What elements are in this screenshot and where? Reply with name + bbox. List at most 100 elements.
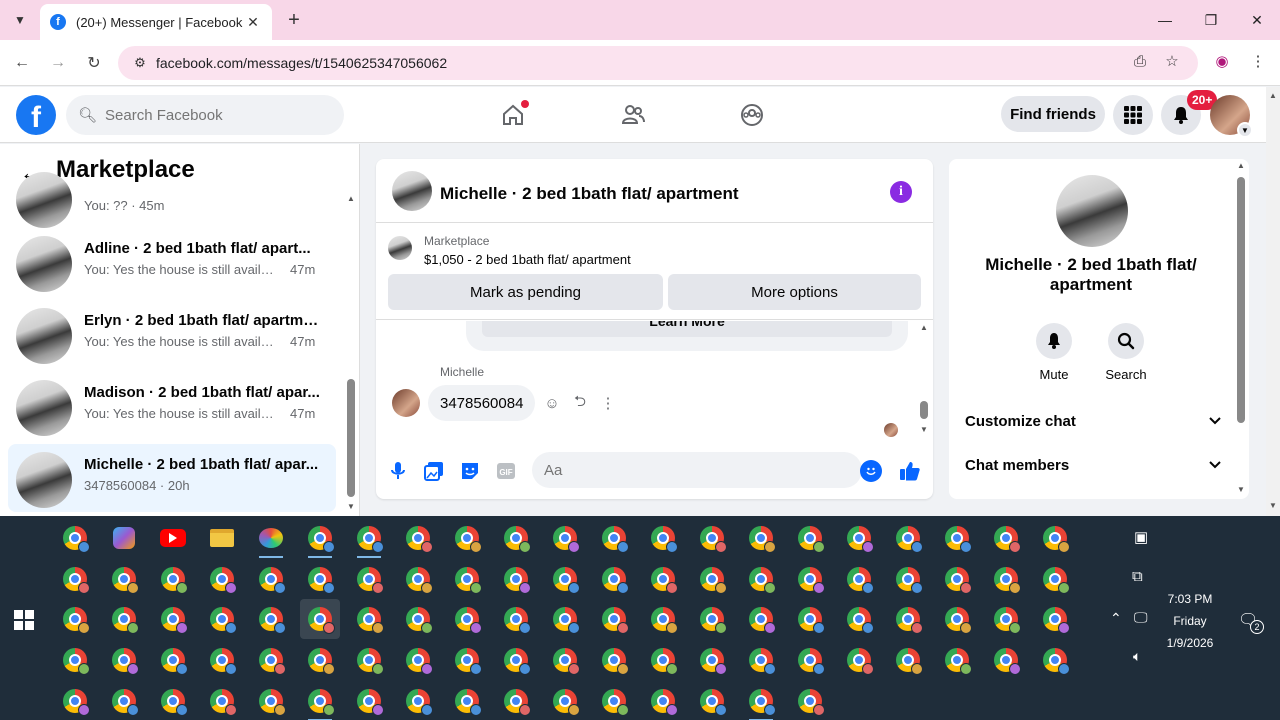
photo-icon[interactable]	[423, 460, 445, 482]
taskbar-app-icon[interactable]	[447, 518, 487, 558]
taskbar-app-icon[interactable]	[496, 559, 536, 599]
search-in-chat-button[interactable]: Search	[1096, 323, 1156, 382]
taskbar-app-icon[interactable]	[447, 599, 487, 639]
taskbar-app-icon[interactable]	[104, 681, 144, 720]
profile-icon[interactable]: ◉	[1210, 49, 1234, 73]
taskbar-app-icon[interactable]	[398, 681, 438, 720]
listing-price-title[interactable]: $1,050 - 2 bed 1bath flat/ apartment	[424, 252, 631, 267]
taskbar-app-icon[interactable]	[594, 681, 634, 720]
taskbar-app-icon[interactable]	[202, 681, 242, 720]
taskbar-app-icon[interactable]	[692, 559, 732, 599]
taskbar-app-icon[interactable]	[300, 599, 340, 639]
conversation-item[interactable]: Adline · 2 bed 1bath flat/ apart... You:…	[8, 228, 336, 296]
scroll-up-arrow-icon[interactable]: ▲	[1269, 91, 1277, 100]
taskbar-app-icon[interactable]	[398, 640, 438, 680]
taskbar-app-icon[interactable]	[790, 681, 830, 720]
taskbar-app-icon[interactable]	[545, 559, 585, 599]
taskbar-app-icon[interactable]	[692, 518, 732, 558]
sticker-icon[interactable]	[459, 460, 481, 482]
show-hidden-icons-chevron-icon[interactable]: ⌃	[1110, 610, 1122, 627]
customize-chat-row[interactable]: Customize chat	[965, 403, 1221, 439]
taskbar-app-icon[interactable]	[790, 640, 830, 680]
taskbar-app-icon[interactable]	[104, 640, 144, 680]
taskbar-app-icon[interactable]	[496, 599, 536, 639]
taskbar-app-icon[interactable]	[545, 518, 585, 558]
taskbar-app-icon[interactable]	[251, 559, 291, 599]
taskbar-app-icon[interactable]	[251, 640, 291, 680]
taskbar-app-icon[interactable]	[888, 559, 928, 599]
taskbar-app-icon[interactable]	[153, 559, 193, 599]
taskbar-app-icon[interactable]	[55, 518, 95, 558]
taskbar-app-icon[interactable]	[1035, 599, 1075, 639]
taskbar-app-icon[interactable]	[447, 640, 487, 680]
taskbar-app-icon[interactable]	[104, 559, 144, 599]
taskbar-app-icon[interactable]	[104, 518, 144, 558]
taskbar-app-icon[interactable]	[692, 640, 732, 680]
minimize-icon[interactable]: —	[1142, 0, 1188, 40]
taskbar-app-icon[interactable]	[986, 518, 1026, 558]
taskbar-app-icon[interactable]	[692, 599, 732, 639]
taskbar-app-icon[interactable]	[790, 599, 830, 639]
window-close-icon[interactable]: ✕	[1234, 0, 1280, 40]
reload-icon[interactable]: ↻	[82, 51, 106, 75]
taskbar-app-icon[interactable]	[839, 599, 879, 639]
taskbar-app-icon[interactable]	[251, 518, 291, 558]
taskbar-app-icon[interactable]	[251, 681, 291, 720]
taskbar-app-icon[interactable]	[349, 640, 389, 680]
taskbar-app-icon[interactable]	[545, 599, 585, 639]
emoji-icon[interactable]	[860, 460, 882, 482]
taskbar-app-icon[interactable]	[300, 640, 340, 680]
browser-tab[interactable]: f (20+) Messenger | Facebook ✕	[40, 4, 272, 40]
info-panel-scrollbar[interactable]: ▲ ▼	[1235, 159, 1247, 499]
scroll-up-arrow-icon[interactable]: ▲	[347, 194, 355, 203]
taskbar-app-icon[interactable]	[937, 518, 977, 558]
tab-close-icon[interactable]: ✕	[244, 14, 262, 31]
more-options-button[interactable]: More options	[668, 274, 921, 310]
taskbar-app-icon[interactable]	[888, 599, 928, 639]
conversation-item[interactable]: Madison · 2 bed 1bath flat/ apar... You:…	[8, 372, 336, 440]
taskbar-app-icon[interactable]	[839, 640, 879, 680]
taskbar-app-icon[interactable]	[790, 518, 830, 558]
taskbar-app-icon[interactable]	[986, 599, 1026, 639]
taskbar-app-icon[interactable]	[153, 681, 193, 720]
taskbar-app-icon[interactable]	[643, 559, 683, 599]
tab-search-chevron-icon[interactable]: ▼	[8, 8, 32, 32]
microphone-icon[interactable]	[387, 460, 409, 482]
taskbar-app-icon[interactable]	[741, 518, 781, 558]
menu-grid-icon[interactable]	[1113, 95, 1153, 135]
home-icon[interactable]	[497, 99, 529, 131]
taskbar-app-icon[interactable]	[937, 640, 977, 680]
taskbar-app-icon[interactable]	[55, 559, 95, 599]
taskbar-app-icon[interactable]	[398, 559, 438, 599]
scroll-down-arrow-icon[interactable]: ▼	[1237, 485, 1245, 494]
friends-icon[interactable]	[617, 99, 649, 131]
taskbar-app-icon[interactable]	[202, 640, 242, 680]
taskbar-app-icon[interactable]	[937, 599, 977, 639]
conversation-item-active[interactable]: Michelle · 2 bed 1bath flat/ apar... 347…	[8, 444, 336, 512]
restore-icon[interactable]: ❐	[1188, 0, 1234, 40]
taskbar-app-icon[interactable]	[300, 681, 340, 720]
taskbar-app-icon[interactable]	[202, 599, 242, 639]
taskbar-app-icon[interactable]	[55, 681, 95, 720]
info-icon[interactable]: i	[890, 181, 912, 203]
taskbar-app-icon[interactable]	[202, 559, 242, 599]
chat-members-row[interactable]: Chat members	[965, 447, 1221, 483]
chat-title[interactable]: Michelle · 2 bed 1bath flat/ apartment	[440, 184, 739, 204]
taskbar-app-icon[interactable]	[447, 681, 487, 720]
conversation-item[interactable]: Erlyn · 2 bed 1bath flat/ apartme... You…	[8, 300, 336, 368]
windows-start-icon[interactable]	[14, 610, 34, 630]
taskbar-app-icon[interactable]	[643, 518, 683, 558]
message-input[interactable]	[544, 461, 824, 479]
taskbar-app-icon[interactable]	[349, 681, 389, 720]
taskbar-app-icon[interactable]	[545, 640, 585, 680]
taskbar-app-icon[interactable]	[496, 640, 536, 680]
taskbar-app-icon[interactable]	[349, 599, 389, 639]
message-bubble[interactable]: 3478560084	[428, 385, 536, 421]
mark-as-pending-button[interactable]: Mark as pending	[388, 274, 663, 310]
thumbs-up-icon[interactable]	[899, 460, 921, 482]
scrollbar-thumb[interactable]	[1237, 177, 1245, 423]
contact-listing-avatar[interactable]	[1056, 175, 1128, 247]
taskbar-app-icon[interactable]	[839, 559, 879, 599]
taskbar-app-icon[interactable]	[496, 681, 536, 720]
taskbar-app-icon[interactable]	[1035, 559, 1075, 599]
